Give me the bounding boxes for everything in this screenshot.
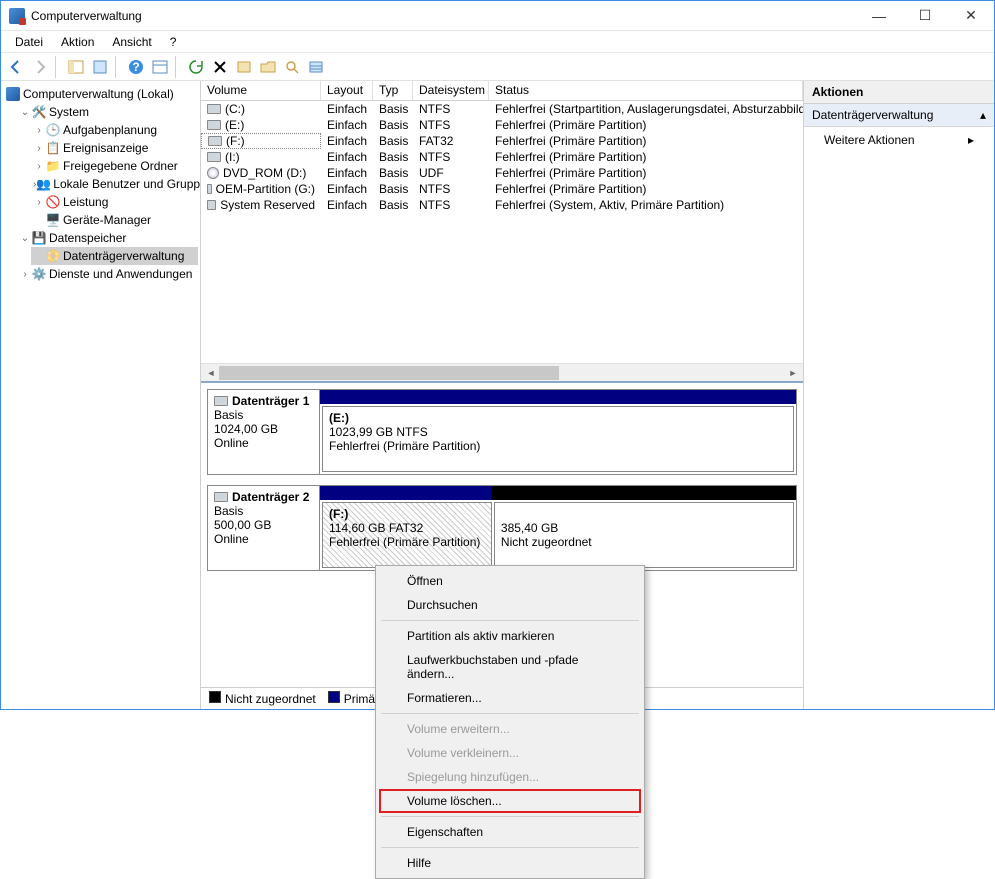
col-status[interactable]: Status (489, 81, 803, 100)
window-title: Computerverwaltung (31, 9, 856, 23)
disk-icon (214, 396, 228, 406)
actions-title: Aktionen (804, 81, 994, 104)
ctx-extend: Volume erweitern... (379, 717, 641, 741)
tree-device-manager[interactable]: 🖥️Geräte-Manager (31, 211, 198, 229)
volume-row[interactable]: (E:)EinfachBasisNTFSFehlerfrei (Primäre … (201, 117, 803, 133)
view-options-button[interactable] (149, 56, 171, 78)
col-fs[interactable]: Dateisystem (413, 81, 489, 100)
search-icon[interactable] (281, 56, 303, 78)
list-icon[interactable] (305, 56, 327, 78)
tree-performance[interactable]: ›🚫Leistung (31, 193, 198, 211)
ctx-mirror: Spiegelung hinzufügen... (379, 765, 641, 789)
app-icon (9, 8, 25, 24)
horizontal-scrollbar[interactable]: ◄► (201, 363, 803, 381)
volume-list-header[interactable]: Volume Layout Typ Dateisystem Status (201, 81, 803, 101)
disk-2-partition-f[interactable]: (F:) 114,60 GB FAT32 Fehlerfrei (Primäre… (322, 502, 492, 568)
volume-row[interactable]: DVD_ROM (D:)EinfachBasisUDFFehlerfrei (P… (201, 165, 803, 181)
ctx-shrink: Volume verkleinern... (379, 741, 641, 765)
disk-2-unallocated[interactable]: 385,40 GB Nicht zugeordnet (494, 502, 794, 568)
show-hide-tree-button[interactable] (65, 56, 87, 78)
disk-row-1[interactable]: Datenträger 1 Basis 1024,00 GB Online (E… (207, 389, 797, 475)
open-icon[interactable] (257, 56, 279, 78)
tree-system[interactable]: ⌄🛠️System (17, 103, 198, 121)
maximize-button[interactable]: ☐ (902, 1, 948, 31)
menubar: Datei Aktion Ansicht ? (1, 31, 994, 53)
disk-2-info: Datenträger 2 Basis 500,00 GB Online (208, 486, 320, 570)
ctx-mark-active[interactable]: Partition als aktiv markieren (379, 624, 641, 648)
col-type[interactable]: Typ (373, 81, 413, 100)
ctx-properties[interactable]: Eigenschaften (379, 820, 641, 844)
ctx-help[interactable]: Hilfe (379, 851, 641, 875)
actions-pane: Aktionen Datenträgerverwaltung▴ Weitere … (804, 81, 994, 709)
disk-icon (214, 492, 228, 502)
disk-1-info: Datenträger 1 Basis 1024,00 GB Online (208, 390, 320, 474)
settings-icon[interactable] (233, 56, 255, 78)
minimize-button[interactable]: — (856, 1, 902, 31)
tree-root[interactable]: Computerverwaltung (Lokal) (3, 85, 198, 103)
tree-shared-folders[interactable]: ›📁Freigegebene Ordner (31, 157, 198, 175)
actions-more[interactable]: Weitere Aktionen▸ (804, 127, 994, 153)
actions-section[interactable]: Datenträgerverwaltung▴ (804, 104, 994, 127)
navigation-tree[interactable]: Computerverwaltung (Lokal) ⌄🛠️System ›🕒A… (1, 81, 201, 709)
volume-list[interactable]: Volume Layout Typ Dateisystem Status (C:… (201, 81, 803, 381)
refresh-button[interactable] (185, 56, 207, 78)
tree-services[interactable]: ›⚙️Dienste und Anwendungen (17, 265, 198, 283)
menu-help[interactable]: ? (162, 33, 185, 51)
close-button[interactable]: ✕ (948, 1, 994, 31)
col-volume[interactable]: Volume (201, 81, 321, 100)
submenu-icon: ▸ (968, 133, 974, 147)
tree-task-scheduler[interactable]: ›🕒Aufgabenplanung (31, 121, 198, 139)
toolbar: ? (1, 53, 994, 81)
forward-button[interactable] (29, 56, 51, 78)
tree-disk-management[interactable]: 📀Datenträgerverwaltung (31, 247, 198, 265)
collapse-icon: ▴ (980, 108, 986, 122)
menu-view[interactable]: Ansicht (104, 33, 159, 51)
volume-row[interactable]: (F:)EinfachBasisFAT32Fehlerfrei (Primäre… (201, 133, 803, 149)
ctx-format[interactable]: Formatieren... (379, 686, 641, 710)
tree-local-users[interactable]: ›👥Lokale Benutzer und Gruppen (31, 175, 198, 193)
volume-row[interactable]: System ReservedEinfachBasisNTFSFehlerfre… (201, 197, 803, 213)
properties-button[interactable] (89, 56, 111, 78)
volume-row[interactable]: OEM-Partition (G:)EinfachBasisNTFSFehler… (201, 181, 803, 197)
volume-row[interactable]: (C:)EinfachBasisNTFSFehlerfrei (Startpar… (201, 101, 803, 117)
delete-icon[interactable] (209, 56, 231, 78)
help-button[interactable]: ? (125, 56, 147, 78)
disk-1-partition-e[interactable]: (E:) 1023,99 GB NTFS Fehlerfrei (Primäre… (322, 406, 794, 472)
tree-event-viewer[interactable]: ›📋Ereignisanzeige (31, 139, 198, 157)
volume-row[interactable]: (I:)EinfachBasisNTFSFehlerfrei (Primäre … (201, 149, 803, 165)
disk-row-2[interactable]: Datenträger 2 Basis 500,00 GB Online (F:… (207, 485, 797, 571)
tree-storage[interactable]: ⌄💾Datenspeicher (17, 229, 198, 247)
svg-text:?: ? (132, 60, 139, 74)
ctx-delete-volume[interactable]: Volume löschen... (379, 789, 641, 813)
titlebar[interactable]: Computerverwaltung — ☐ ✕ (1, 1, 994, 31)
col-layout[interactable]: Layout (321, 81, 373, 100)
back-button[interactable] (5, 56, 27, 78)
ctx-change-letter[interactable]: Laufwerkbuchstaben und -pfade ändern... (379, 648, 641, 686)
ctx-browse[interactable]: Durchsuchen (379, 593, 641, 617)
menu-file[interactable]: Datei (7, 33, 51, 51)
menu-action[interactable]: Aktion (53, 33, 102, 51)
context-menu[interactable]: Öffnen Durchsuchen Partition als aktiv m… (375, 565, 645, 879)
ctx-open[interactable]: Öffnen (379, 569, 641, 593)
